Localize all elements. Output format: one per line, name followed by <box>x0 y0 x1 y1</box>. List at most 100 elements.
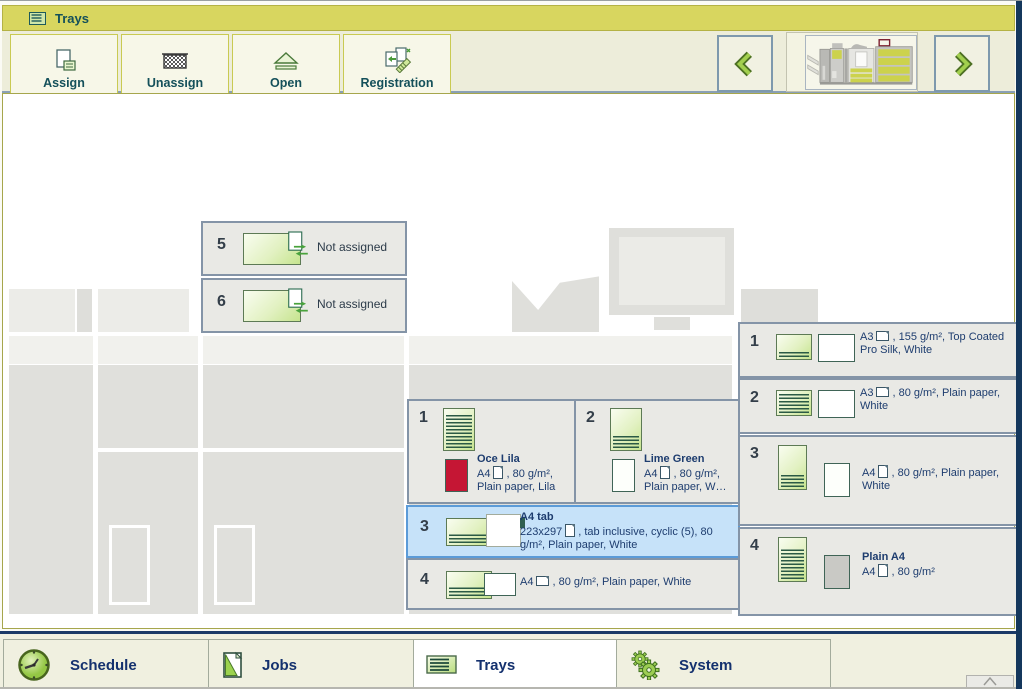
trays-tab-icon <box>426 655 458 675</box>
printer-thumbnail-image <box>805 35 917 90</box>
toolbar: Assign Unassign Open <box>2 31 1015 93</box>
chevron-up-icon <box>982 676 998 686</box>
media-size: A3 <box>860 331 873 343</box>
tray-panel-right-4[interactable]: 4 Plain A4 A4 , 80 g/m² <box>738 527 1019 616</box>
tray-level-icon <box>776 390 812 416</box>
window-border-right <box>1016 1 1022 689</box>
tray-number: 1 <box>750 333 759 351</box>
media-color-swatch <box>445 459 468 492</box>
tray-media-info: Lime Green A4, 80 g/m², Plain paper, W… <box>644 453 740 494</box>
landscape-page-icon <box>876 331 889 341</box>
trays-app-window: Trays Assign Un <box>0 0 1022 689</box>
media-size: A4 <box>862 467 875 479</box>
media-size: A4 <box>477 468 490 480</box>
registration-button[interactable]: Registration <box>343 34 451 96</box>
assign-icon <box>51 49 77 73</box>
media-name: Oce Lila <box>477 453 573 466</box>
jobs-document-icon <box>221 651 244 679</box>
media-color-swatch-tab <box>486 514 521 547</box>
media-size: A4 <box>644 468 657 480</box>
tray-number: 5 <box>217 236 226 254</box>
tray-number: 3 <box>750 445 759 463</box>
assign-button[interactable]: Assign <box>10 34 118 96</box>
open-icon <box>273 51 299 73</box>
tray-level-icon <box>610 408 642 451</box>
tray-level-icon <box>778 445 807 490</box>
tray-level-icon <box>776 334 812 360</box>
tray-number: 3 <box>420 518 429 536</box>
tray-media-info: Plain A4 A4 , 80 g/m² <box>862 551 1014 579</box>
previous-view-button[interactable] <box>717 35 773 92</box>
media-color-swatch <box>824 463 850 497</box>
next-view-button[interactable] <box>934 35 990 92</box>
tray-media-info: A3, 155 g/m², Top Coated Pro Silk, White <box>860 331 1012 357</box>
open-button[interactable]: Open <box>232 34 340 96</box>
tray-panel-main-3-selected[interactable]: 3 A4 tab 223x297, tab inclusive, cyclic … <box>406 505 740 558</box>
chevron-right-icon <box>949 51 975 77</box>
portrait-page-icon <box>660 466 670 479</box>
tray-level-icon <box>778 537 807 582</box>
monitor-stand <box>654 317 690 330</box>
printer-illustration <box>806 36 914 87</box>
tray-panel-right-1[interactable]: 1 A3, 155 g/m², Top Coated Pro Silk, Whi… <box>738 322 1019 378</box>
media-name: Plain A4 <box>862 551 1014 564</box>
not-assigned-icon <box>287 230 313 265</box>
title-bar: Trays <box>2 5 1015 31</box>
printer-outline-block <box>98 289 189 332</box>
unassign-icon <box>161 49 189 73</box>
body-seam <box>93 336 98 614</box>
registration-button-label: Registration <box>361 76 434 90</box>
clock-icon <box>16 647 52 683</box>
tray-panel-main-1[interactable]: 1 Oce Lila A4, 80 g/m², Plain paper, Lil… <box>407 399 576 504</box>
tab-schedule[interactable]: Schedule <box>3 639 218 689</box>
tray-number: 4 <box>420 571 429 589</box>
tray-panel-right-2[interactable]: 2 A3, 80 g/m², Plain paper, White <box>738 378 1019 434</box>
printer-outline-block <box>9 289 75 332</box>
media-color-swatch <box>484 573 516 596</box>
tray-panel-main-2[interactable]: 2 Lime Green A4, 80 g/m², Plain paper, W… <box>574 399 740 504</box>
tab-label: Schedule <box>70 657 137 674</box>
printer-body-top <box>9 336 732 364</box>
tab-trays-selected[interactable]: Trays <box>413 639 625 689</box>
not-assigned-icon <box>287 287 313 322</box>
media-spec: , 80 g/m² <box>891 566 934 578</box>
monitor-screen <box>619 237 725 305</box>
tray-panel-5[interactable]: 5 Not assigned <box>201 221 407 276</box>
tray-number: 1 <box>419 409 428 427</box>
machine-view-thumbnail <box>786 32 918 92</box>
tray-status: Not assigned <box>317 297 387 311</box>
unassign-button-label: Unassign <box>147 76 203 90</box>
tab-label: Jobs <box>262 657 297 674</box>
tray-level-icon <box>443 408 475 451</box>
page-title: Trays <box>55 11 89 26</box>
portrait-page-icon <box>878 564 888 577</box>
tab-system[interactable]: System <box>616 639 831 689</box>
media-size: A4 <box>862 566 875 578</box>
main-tab-bar: Schedule Jobs Trays <box>0 631 1016 689</box>
tray-panel-main-4[interactable]: 4 A4, 80 g/m², Plain paper, White <box>406 558 740 610</box>
media-name: Lime Green <box>644 453 740 466</box>
media-color-swatch <box>818 334 855 362</box>
tab-jobs[interactable]: Jobs <box>208 639 423 689</box>
registration-icon <box>382 47 412 73</box>
unassign-button[interactable]: Unassign <box>121 34 229 96</box>
tray-panel-right-3[interactable]: 3 A4, 80 g/m², Plain paper, White <box>738 435 1019 526</box>
trays-title-icon <box>29 12 46 25</box>
tab-label: Trays <box>476 657 515 674</box>
system-gears-icon <box>629 650 661 680</box>
tray-panel-6[interactable]: 6 Not assigned <box>201 278 407 333</box>
printer-map: 5 Not assigned 6 <box>2 93 1015 629</box>
tray-media-info: A3, 80 g/m², Plain paper, White <box>860 387 1012 413</box>
media-size: A3 <box>860 387 873 399</box>
portrait-page-icon <box>878 465 888 478</box>
tray-number: 6 <box>217 293 226 311</box>
tray-number: 4 <box>750 537 759 555</box>
tray-number: 2 <box>586 409 595 427</box>
tab-label: System <box>679 657 732 674</box>
media-size: 223x297 <box>520 526 562 538</box>
tray-media-info: A4, 80 g/m², Plain paper, White <box>862 465 1014 493</box>
door-outline <box>109 525 150 605</box>
body-seam <box>198 336 203 614</box>
tray-media-info: A4 tab 223x297, tab inclusive, cyclic (5… <box>520 511 732 552</box>
tray-media-info: A4, 80 g/m², Plain paper, White <box>520 576 732 589</box>
